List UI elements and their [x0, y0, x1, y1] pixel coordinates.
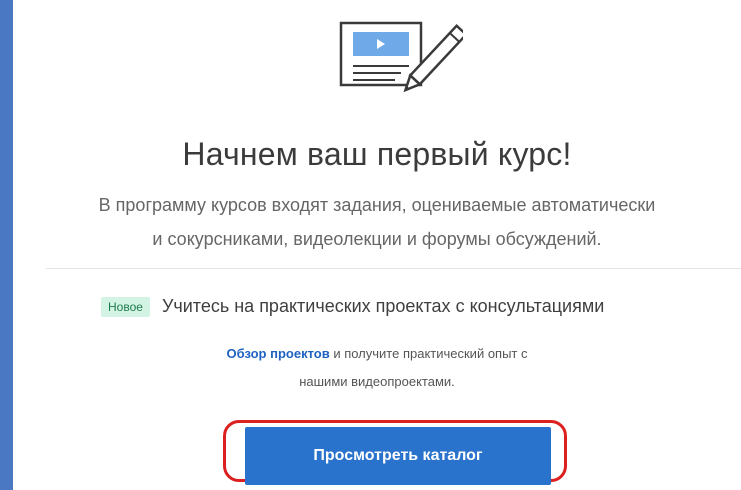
projects-promo: Новое Учитесь на практических проектах с…: [101, 296, 604, 317]
cta-highlight-outline: Просмотреть каталог: [223, 420, 567, 485]
promo-text-line-1: Обзор проектов и получите практический о…: [13, 340, 741, 368]
promo-text: Обзор проектов и получите практический о…: [13, 340, 741, 396]
empty-courses-card: Начнем ваш первый курс! В программу курс…: [13, 0, 741, 490]
promo-text-line-2: нашими видеопроектами.: [299, 374, 455, 389]
section-divider: [46, 268, 741, 269]
course-description: В программу курсов входят задания, оцени…: [53, 188, 701, 256]
video-document-pencil-icon: [339, 21, 463, 93]
promo-text-after-link: и получите практический опыт с: [329, 346, 528, 361]
browse-catalog-button[interactable]: Просмотреть каталог: [245, 427, 551, 485]
promo-title: Учитесь на практических проектах с консу…: [161, 296, 605, 316]
new-badge: Новое: [101, 296, 150, 317]
page-headline: Начнем ваш первый курс!: [182, 136, 572, 172]
description-line-2: и сокурсниками, видеолекции и форумы обс…: [152, 229, 602, 249]
browse-projects-link[interactable]: Обзор проектов: [227, 346, 330, 361]
description-line-1: В программу курсов входят задания, оцени…: [98, 195, 656, 215]
